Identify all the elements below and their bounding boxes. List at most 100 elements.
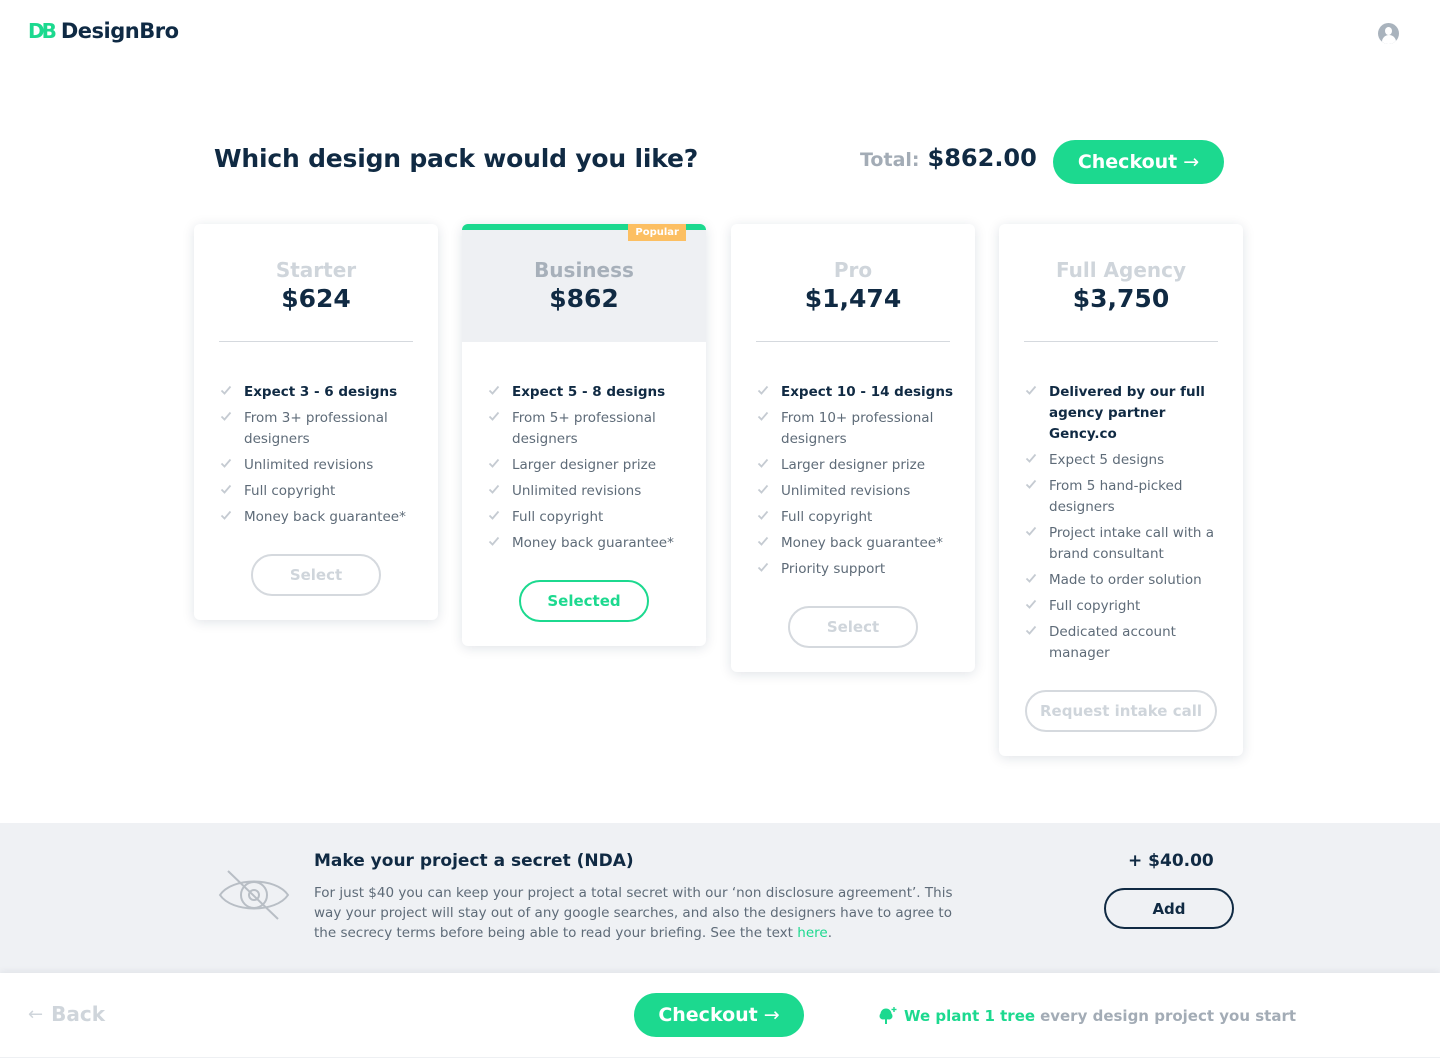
- feature-text: Larger designer prize: [781, 457, 926, 473]
- nda-text-end: .: [827, 925, 832, 941]
- feature-item: From 5+ professional designers: [488, 408, 686, 450]
- check-icon: [488, 536, 500, 546]
- feature-list: Expect 5 - 8 designs From 5+ professional…: [462, 342, 706, 554]
- check-icon: [1025, 526, 1037, 536]
- check-icon: [1025, 625, 1037, 635]
- feature-item: From 10+ professional designers: [757, 408, 955, 450]
- check-icon: [1025, 573, 1037, 583]
- feature-text: From 10+ professional designers: [781, 410, 934, 447]
- feature-text: Priority support: [781, 561, 886, 577]
- select-starter-button[interactable]: Select: [251, 554, 381, 596]
- plan-header: Popular Business $862: [462, 224, 706, 342]
- plan-price: $1,474: [804, 284, 902, 313]
- check-icon: [757, 484, 769, 494]
- feature-text: Full copyright: [781, 509, 873, 525]
- plan-card-starter[interactable]: Starter $624 Expect 3 - 6 designs From 3+…: [194, 224, 438, 620]
- user-avatar-icon[interactable]: [1378, 23, 1399, 44]
- check-icon: [757, 562, 769, 572]
- plan-card-pro[interactable]: Pro $1,474 Expect 10 - 14 designs From 10…: [731, 224, 975, 672]
- arrow-right-icon: →: [763, 1004, 780, 1026]
- check-icon: [488, 411, 500, 421]
- tree-icon: [879, 1007, 897, 1024]
- back-button[interactable]: ← Back: [28, 1002, 105, 1026]
- feature-text: From 5+ professional designers: [512, 410, 656, 447]
- feature-item: From 5 hand-picked designers: [1025, 476, 1223, 518]
- check-icon: [1025, 599, 1037, 609]
- check-icon: [1025, 385, 1037, 395]
- plan-price: $862: [549, 284, 619, 313]
- plan-name: Pro: [833, 258, 873, 282]
- feature-text: From 3+ professional designers: [244, 410, 388, 447]
- feature-text: Delivered by our full agency partner Gen…: [1049, 384, 1205, 442]
- checkout-label: Checkout: [658, 1004, 758, 1026]
- select-pro-button[interactable]: Select: [788, 606, 918, 648]
- feature-item: Priority support: [757, 559, 955, 580]
- feature-text: Full copyright: [512, 509, 604, 525]
- feature-item: Full copyright: [1025, 596, 1223, 617]
- plan-name: Starter: [275, 258, 357, 282]
- feature-item: Money back guarantee*: [220, 507, 418, 528]
- add-nda-button[interactable]: Add: [1104, 888, 1234, 929]
- feature-item: Expect 3 - 6 designs: [220, 382, 418, 403]
- feature-text: Expect 5 designs: [1049, 452, 1165, 468]
- feature-text: Unlimited revisions: [244, 457, 374, 473]
- feature-item: Money back guarantee*: [488, 533, 686, 554]
- check-icon: [488, 385, 500, 395]
- plan-card-business[interactable]: Popular Business $862 Expect 5 - 8 desig…: [462, 224, 706, 646]
- tree-text: every design project you start: [1040, 1007, 1297, 1025]
- feature-text: From 5 hand-picked designers: [1049, 478, 1183, 515]
- checkout-button-bottom[interactable]: Checkout →: [634, 993, 804, 1037]
- feature-item: Full copyright: [757, 507, 955, 528]
- popular-badge: Popular: [628, 224, 686, 241]
- feature-item: Full copyright: [220, 481, 418, 502]
- feature-item: Made to order solution: [1025, 570, 1223, 591]
- feature-item: Expect 5 designs: [1025, 450, 1223, 471]
- plan-header: Full Agency $3,750: [999, 224, 1243, 342]
- feature-text: Money back guarantee*: [512, 535, 674, 551]
- feature-item: Dedicated account manager: [1025, 622, 1223, 664]
- check-icon: [757, 385, 769, 395]
- arrow-left-icon: ←: [28, 1003, 44, 1025]
- page-title: Which design pack would you like?: [214, 144, 699, 173]
- plan-header: Pro $1,474: [731, 224, 975, 342]
- check-icon: [220, 385, 232, 395]
- feature-text: Made to order solution: [1049, 572, 1202, 588]
- arrow-right-icon: →: [1183, 151, 1200, 173]
- feature-text: Full copyright: [244, 483, 336, 499]
- feature-item: Project intake call with a brand consult…: [1025, 523, 1223, 565]
- nda-section: Make your project a secret (NDA) For jus…: [0, 823, 1440, 973]
- check-icon: [488, 484, 500, 494]
- logo-text: DesignBro: [60, 19, 179, 43]
- plan-card-full-agency[interactable]: Full Agency $3,750 Delivered by our full…: [999, 224, 1243, 756]
- feature-item: Delivered by our full agency partner Gen…: [1025, 382, 1223, 445]
- checkout-button-top[interactable]: Checkout →: [1053, 140, 1224, 184]
- divider: [756, 341, 950, 342]
- feature-item: Money back guarantee*: [757, 533, 955, 554]
- check-icon: [488, 458, 500, 468]
- nda-here-link[interactable]: here: [797, 925, 827, 941]
- feature-text: Full copyright: [1049, 598, 1141, 614]
- feature-item: Larger designer prize: [488, 455, 686, 476]
- divider: [219, 341, 413, 342]
- check-icon: [757, 411, 769, 421]
- feature-text: Money back guarantee*: [781, 535, 943, 551]
- request-intake-call-button[interactable]: Request intake call: [1025, 690, 1217, 732]
- feature-text: Unlimited revisions: [512, 483, 642, 499]
- checkout-label: Checkout: [1077, 151, 1178, 173]
- check-icon: [757, 458, 769, 468]
- check-icon: [220, 458, 232, 468]
- logo[interactable]: DB DesignBro: [28, 19, 179, 43]
- nda-title: Make your project a secret (NDA): [314, 851, 634, 871]
- plan-header: Starter $624: [194, 224, 438, 342]
- selected-business-button[interactable]: Selected: [519, 580, 649, 622]
- feature-list: Expect 10 - 14 designs From 10+ professio…: [731, 342, 975, 580]
- nda-text: For just $40 you can keep your project a…: [314, 885, 953, 941]
- top-header: DB DesignBro: [0, 0, 1440, 70]
- feature-item: Unlimited revisions: [488, 481, 686, 502]
- plan-name: Business: [534, 258, 634, 282]
- logo-mark-icon: DB: [28, 19, 57, 43]
- tree-planting-note: We plant 1 tree every design project you…: [878, 1006, 1296, 1026]
- check-icon: [220, 411, 232, 421]
- check-icon: [220, 484, 232, 494]
- nda-price: + $40.00: [1128, 851, 1214, 871]
